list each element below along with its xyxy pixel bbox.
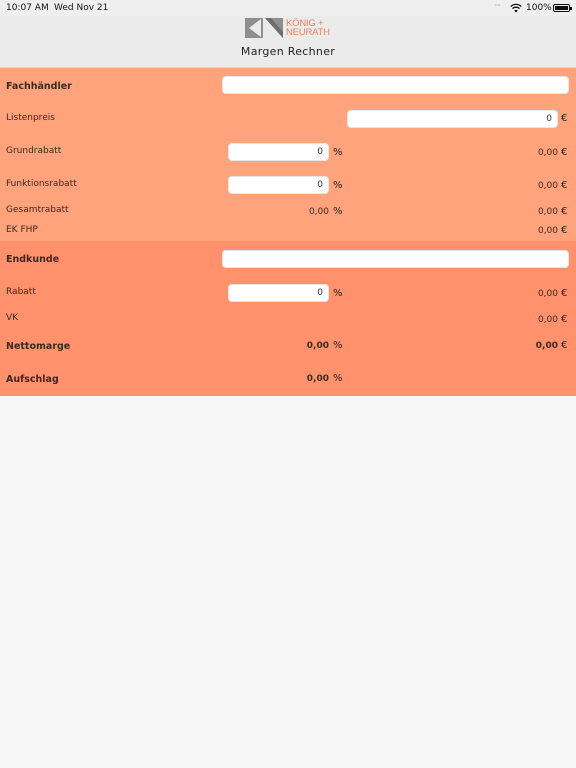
customer-name-input[interactable] <box>222 250 569 268</box>
vk-label: VK <box>6 313 19 323</box>
aufschlag-percent: % <box>333 373 343 384</box>
status-time: 10:07 AM <box>6 3 49 13</box>
customer-section: Endkunde Rabatt 0 % 0,00 € VK 0,00 € Net… <box>0 241 576 396</box>
listenpreis-label: Listenpreis <box>6 113 55 123</box>
grundrabatt-amount: 0,00 <box>537 148 558 158</box>
wifi-icon <box>510 3 522 13</box>
dealer-name-input[interactable] <box>222 76 569 94</box>
nettomarge-amount: 0,00 <box>535 341 558 351</box>
signal-icon: ···· <box>494 1 501 10</box>
logo-text-line2: NEURATH <box>286 27 330 38</box>
rabatt-percent: % <box>333 288 343 299</box>
battery-percentage: 100% <box>526 3 552 13</box>
funktionsrabatt-percent: % <box>333 180 343 191</box>
funktionsrabatt-label: Funktionsrabatt <box>6 179 77 189</box>
nettomarge-currency: € <box>561 340 568 351</box>
koenig-neurath-logo: KÖNIG + NEURATH <box>245 18 335 40</box>
nettomarge-percent: % <box>333 340 343 351</box>
gesamtrabatt-currency: € <box>561 206 568 217</box>
rabatt-label: Rabatt <box>6 287 36 297</box>
funktionsrabatt-amount: 0,00 <box>537 181 558 191</box>
vk-currency: € <box>561 314 568 325</box>
dealer-section: Fachhändler Listenpreis 0 € Grundrabatt … <box>0 68 576 241</box>
funktionsrabatt-input[interactable]: 0 <box>228 176 329 194</box>
nettomarge-percent-value: 0,00 <box>306 341 329 351</box>
aufschlag-label: Aufschlag <box>6 374 59 385</box>
battery-icon <box>553 4 572 12</box>
nettomarge-label: Nettomarge <box>6 341 71 352</box>
gesamtrabatt-percent-value: 0,00 <box>308 207 329 217</box>
gesamtrabatt-percent: % <box>333 206 343 217</box>
page-title: Margen Rechner <box>240 45 336 58</box>
vk-amount: 0,00 <box>537 315 558 325</box>
listenpreis-currency: € <box>561 113 568 124</box>
grundrabatt-currency: € <box>561 147 568 158</box>
status-date: Wed Nov 21 <box>54 3 109 13</box>
grundrabatt-input[interactable]: 0 <box>228 143 329 161</box>
logo-mark-icon <box>245 18 283 38</box>
customer-label: Endkunde <box>6 254 60 265</box>
gesamtrabatt-amount: 0,00 <box>537 207 558 217</box>
grundrabatt-percent: % <box>333 147 343 158</box>
rabatt-input[interactable]: 0 <box>228 284 329 302</box>
aufschlag-percent-value: 0,00 <box>306 374 329 384</box>
ek-fhp-currency: € <box>561 225 568 236</box>
funktionsrabatt-currency: € <box>561 180 568 191</box>
ek-fhp-amount: 0,00 <box>537 226 558 236</box>
grundrabatt-label: Grundrabatt <box>6 146 62 156</box>
header: KÖNIG + NEURATH Margen Rechner <box>0 16 576 68</box>
dealer-label: Fachhändler <box>6 81 72 92</box>
ek-fhp-label: EK FHP <box>6 225 38 235</box>
gesamtrabatt-label: Gesamtrabatt <box>6 205 69 215</box>
rabatt-amount: 0,00 <box>537 289 558 299</box>
rabatt-currency: € <box>561 288 568 299</box>
status-bar: 10:07 AM Wed Nov 21 ···· 100% <box>0 0 576 16</box>
listenpreis-input[interactable]: 0 <box>347 110 558 128</box>
